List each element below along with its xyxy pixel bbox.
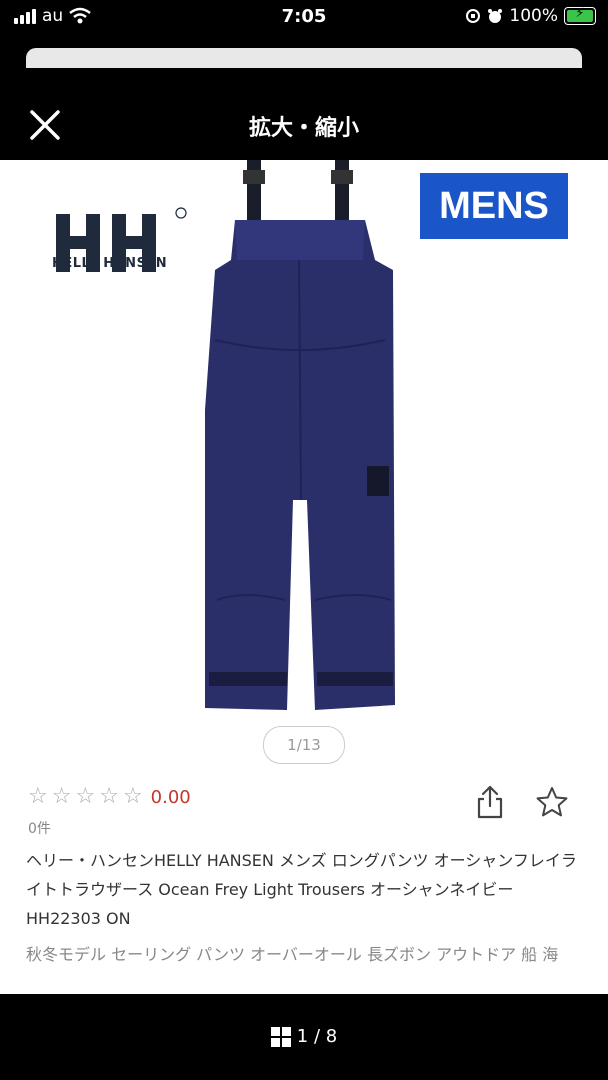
share-icon[interactable] <box>474 784 506 820</box>
rating: ☆ ☆ ☆ ☆ ☆ 0.00 <box>28 786 191 808</box>
star-icon: ☆ <box>75 784 96 809</box>
status-right: 100% ⚡ <box>465 6 596 26</box>
battery-percent: 100% <box>509 6 558 26</box>
star-icon: ☆ <box>122 784 143 809</box>
image-pager[interactable]: 1 / 8 <box>0 1026 608 1047</box>
mens-badge: MENS <box>420 173 568 239</box>
page-indicator: 1 / 8 <box>296 1026 338 1047</box>
product-image[interactable] <box>195 160 415 720</box>
star-icon: ☆ <box>28 784 48 809</box>
status-bar: au 7:05 100% ⚡ <box>0 0 608 36</box>
review-count[interactable]: 0件 <box>28 818 51 838</box>
product-name: ヘリー・ハンセンHELLY HANSEN メンズ ロングパンツ オーシャンフレイ… <box>26 851 577 928</box>
image-viewer: HELLY HANSEN MENS 1/13 ☆ ☆ ☆ ☆ ☆ 0.00 0件… <box>0 160 608 994</box>
helly-hansen-logo <box>56 207 187 272</box>
rating-stars: ☆ ☆ ☆ ☆ ☆ <box>28 786 143 808</box>
page-title: 拡大・縮小 <box>248 116 359 141</box>
rating-score: 0.00 <box>150 786 191 808</box>
battery-icon: ⚡ <box>564 6 596 25</box>
grid-icon <box>270 1026 291 1047</box>
bottom-bar: 1 / 8 <box>0 994 608 1080</box>
star-icon: ☆ <box>51 784 72 809</box>
viewer-header: 拡大・縮小 <box>0 88 608 160</box>
image-counter: 1/13 <box>263 726 345 764</box>
brand-name: HELLY HANSEN <box>52 256 168 271</box>
alarm-icon <box>488 9 503 23</box>
sheet-handle <box>26 48 582 68</box>
star-icon: ☆ <box>99 784 119 809</box>
orientation-lock-icon <box>466 9 481 23</box>
product-description: 秋冬モデル セーリング パンツ オーバーオール 長ズボン アウトドア 船 海 <box>26 945 559 964</box>
favorite-star-icon[interactable] <box>536 786 568 818</box>
